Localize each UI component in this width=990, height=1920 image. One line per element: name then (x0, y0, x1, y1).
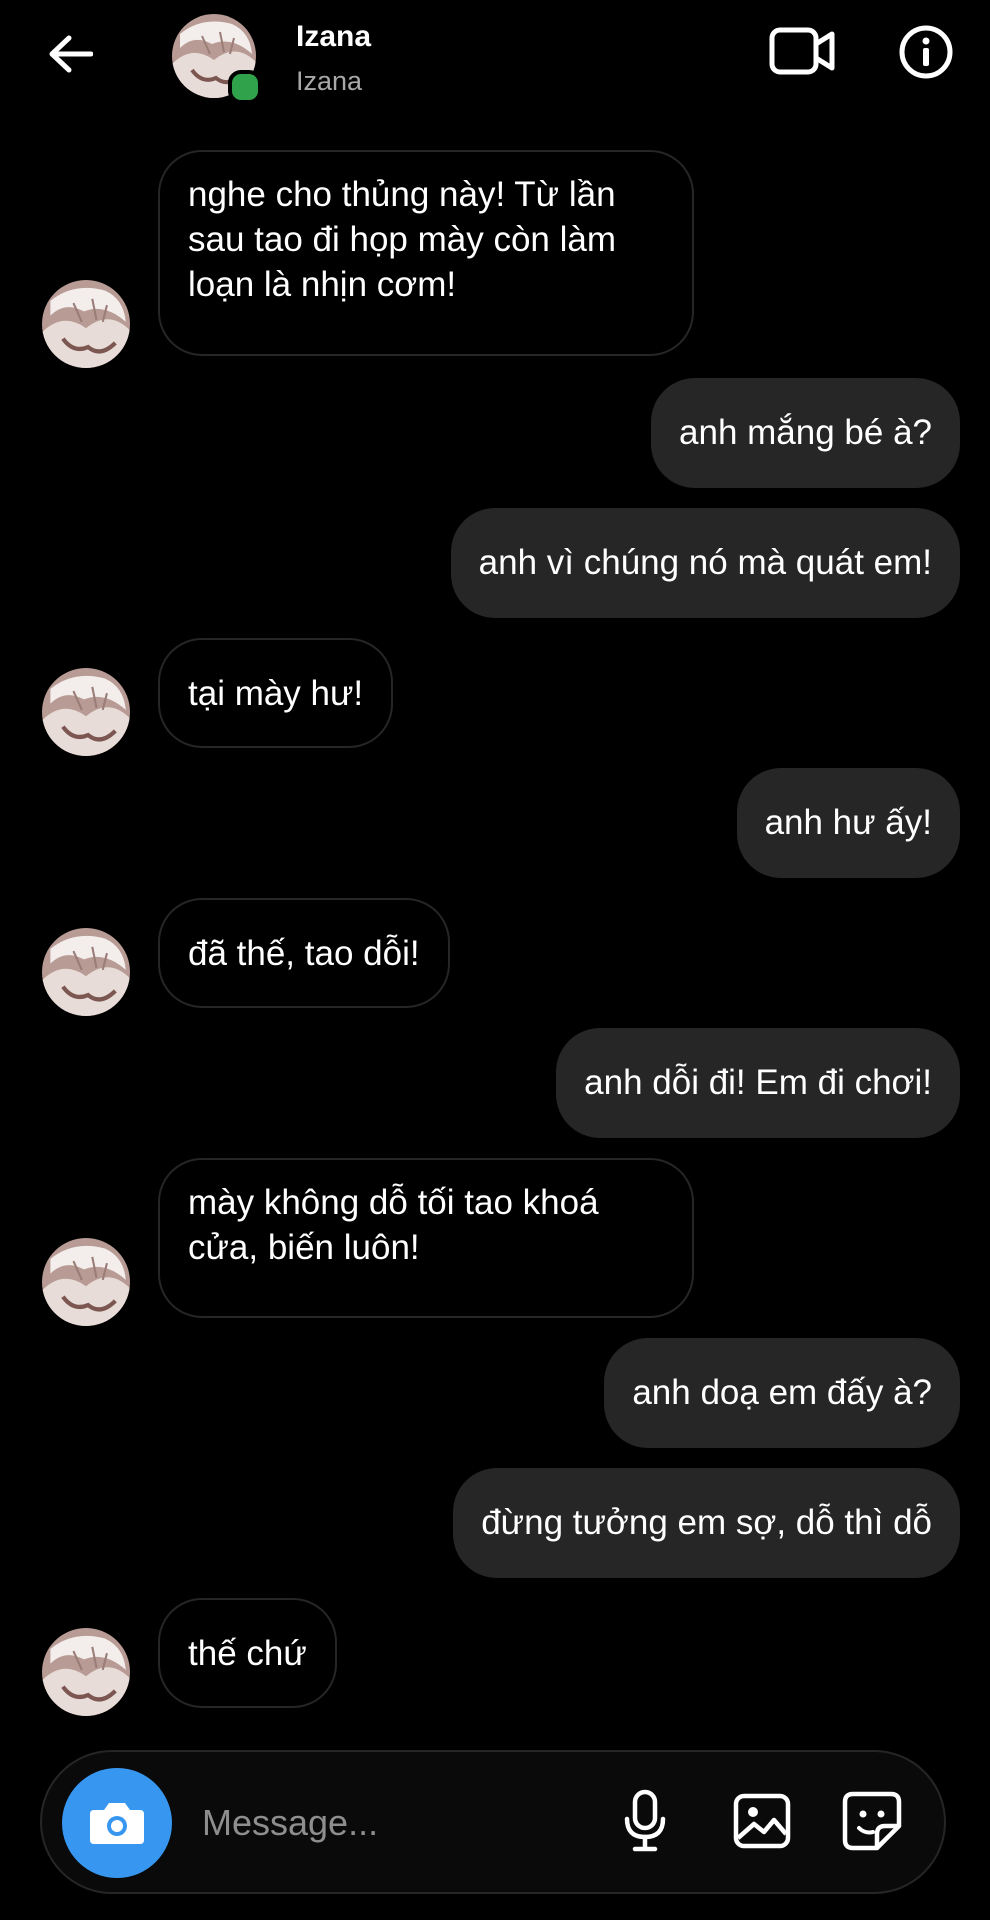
back-button[interactable] (38, 22, 102, 86)
sender-avatar[interactable] (42, 1238, 130, 1326)
message-outgoing[interactable]: anh vì chúng nó mà quát em! (450, 508, 960, 618)
info-icon (899, 25, 953, 79)
message-incoming[interactable]: thế chứ (158, 1598, 337, 1708)
message-input[interactable] (200, 1790, 604, 1856)
message-text: đừng tưởng em sợ, dỗ thì dỗ (481, 1503, 932, 1542)
sticker-icon (842, 1791, 902, 1851)
message-incoming[interactable]: nghe cho thủng này! Từ lần sau tao đi họ… (158, 150, 694, 356)
message-text: anh dỗi đi! Em đi chơi! (584, 1063, 932, 1102)
message-outgoing[interactable]: đừng tưởng em sợ, dỗ thì dỗ (453, 1468, 960, 1578)
image-gallery-icon (733, 1793, 791, 1849)
message-text: nghe cho thủng này! Từ lần sau tao đi họ… (188, 175, 617, 304)
contact-name[interactable]: Izana (296, 20, 371, 54)
message-outgoing[interactable]: anh mắng bé à? (651, 378, 960, 488)
message-text: đã thế, tao dỗi! (188, 933, 420, 973)
message-incoming[interactable]: mày không dỗ tối tao khoá cửa, biến luôn… (158, 1158, 694, 1318)
message-text: thế chứ (188, 1633, 307, 1673)
video-camera-icon (769, 27, 835, 75)
contact-username: Izana (296, 66, 363, 96)
message-text: anh vì chúng nó mà quát em! (478, 543, 932, 582)
message-text: anh doạ em đấy à? (632, 1373, 932, 1412)
message-text: mày không dỗ tối tao khoá cửa, biến luôn… (188, 1183, 599, 1267)
message-outgoing[interactable]: anh hư ấy! (736, 768, 960, 878)
arrow-left-icon (49, 35, 93, 73)
sender-avatar[interactable] (42, 280, 130, 368)
message-incoming[interactable]: đã thế, tao dỗi! (158, 898, 450, 1008)
chat-header: Izana Izana (0, 0, 990, 120)
microphone-icon (624, 1789, 666, 1852)
sticker-button[interactable] (837, 1786, 907, 1856)
message-text: anh hư ấy! (764, 803, 932, 842)
gallery-button[interactable] (727, 1786, 797, 1856)
online-status-dot (228, 70, 262, 104)
header-avatar[interactable] (172, 14, 262, 104)
message-incoming[interactable]: tại mày hư! (158, 638, 394, 748)
video-call-button[interactable] (766, 20, 840, 82)
sender-avatar[interactable] (42, 928, 130, 1016)
sender-avatar[interactable] (42, 1628, 130, 1716)
message-outgoing[interactable]: anh doạ em đấy à? (604, 1338, 960, 1448)
voice-message-button[interactable] (610, 1786, 680, 1856)
camera-button[interactable] (62, 1768, 172, 1878)
message-composer (40, 1750, 946, 1894)
camera-icon (90, 1803, 144, 1844)
message-text: tại mày hư! (188, 673, 364, 713)
message-text: anh mắng bé à? (679, 413, 932, 452)
sender-avatar[interactable] (42, 668, 130, 756)
conversation-info-button[interactable] (894, 20, 958, 84)
message-outgoing[interactable]: anh dỗi đi! Em đi chơi! (556, 1028, 960, 1138)
